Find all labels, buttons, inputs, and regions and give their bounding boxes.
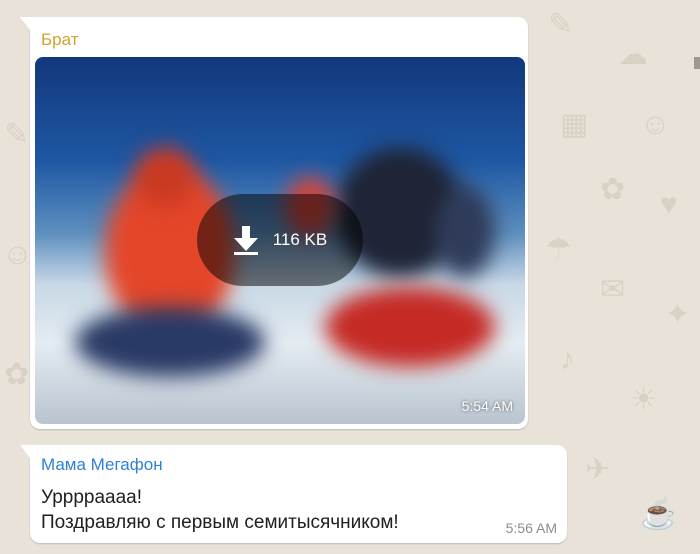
- scroll-indicator: [694, 57, 700, 69]
- doodle-icon: ▦: [560, 108, 589, 141]
- doodle-icon: ✎: [548, 8, 574, 41]
- download-size: 116 KB: [272, 230, 328, 249]
- doodle-icon: ☁: [618, 38, 648, 71]
- doodle-icon: ✿: [600, 173, 626, 206]
- doodle-icon: ☕: [640, 498, 678, 531]
- message-timestamp: 5:56 AM: [505, 520, 557, 536]
- message-text[interactable]: Урррраааа! Поздравляю с первым семитысяч…: [41, 485, 399, 535]
- download-button[interactable]: 116 KB: [197, 194, 363, 286]
- doodle-icon: ♪: [560, 343, 575, 376]
- doodle-icon: ✎: [4, 118, 30, 151]
- photo-blur-shape: [435, 187, 495, 277]
- photo-blur-shape: [135, 147, 195, 207]
- doodle-icon: ✦: [665, 298, 691, 331]
- sender-name[interactable]: Мама Мегафон: [41, 455, 163, 475]
- doodle-icon: ☀: [630, 383, 657, 416]
- message-text-line: Урррраааа!: [41, 487, 143, 508]
- doodle-icon: ☺: [640, 108, 671, 141]
- doodle-icon: ✈: [585, 453, 611, 486]
- message-bubble-text[interactable]: Мама Мегафон Урррраааа! Поздравляю с пер…: [20, 445, 567, 543]
- sender-name[interactable]: Брат: [41, 30, 78, 50]
- photo-blur-shape: [325, 287, 495, 367]
- doodle-icon: ☺: [2, 238, 33, 271]
- image-thumbnail-blurred[interactable]: 116 KB 5:54 AM: [35, 57, 525, 424]
- message-text-line: Поздравляю с первым семитысячником!: [41, 512, 399, 533]
- message-bubble-image[interactable]: Брат 116 KB 5:54 AM: [20, 17, 528, 429]
- doodle-icon: ✿: [4, 358, 30, 391]
- bubble-tail: [20, 445, 30, 458]
- photo-blur-shape: [75, 307, 265, 377]
- message-timestamp: 5:54 AM: [461, 398, 513, 414]
- bubble-tail: [20, 17, 30, 30]
- download-arrow-icon: [233, 226, 258, 255]
- doodle-icon: ✉: [600, 273, 626, 306]
- doodle-icon: ♥: [660, 188, 678, 221]
- doodle-icon: ☂: [545, 233, 572, 266]
